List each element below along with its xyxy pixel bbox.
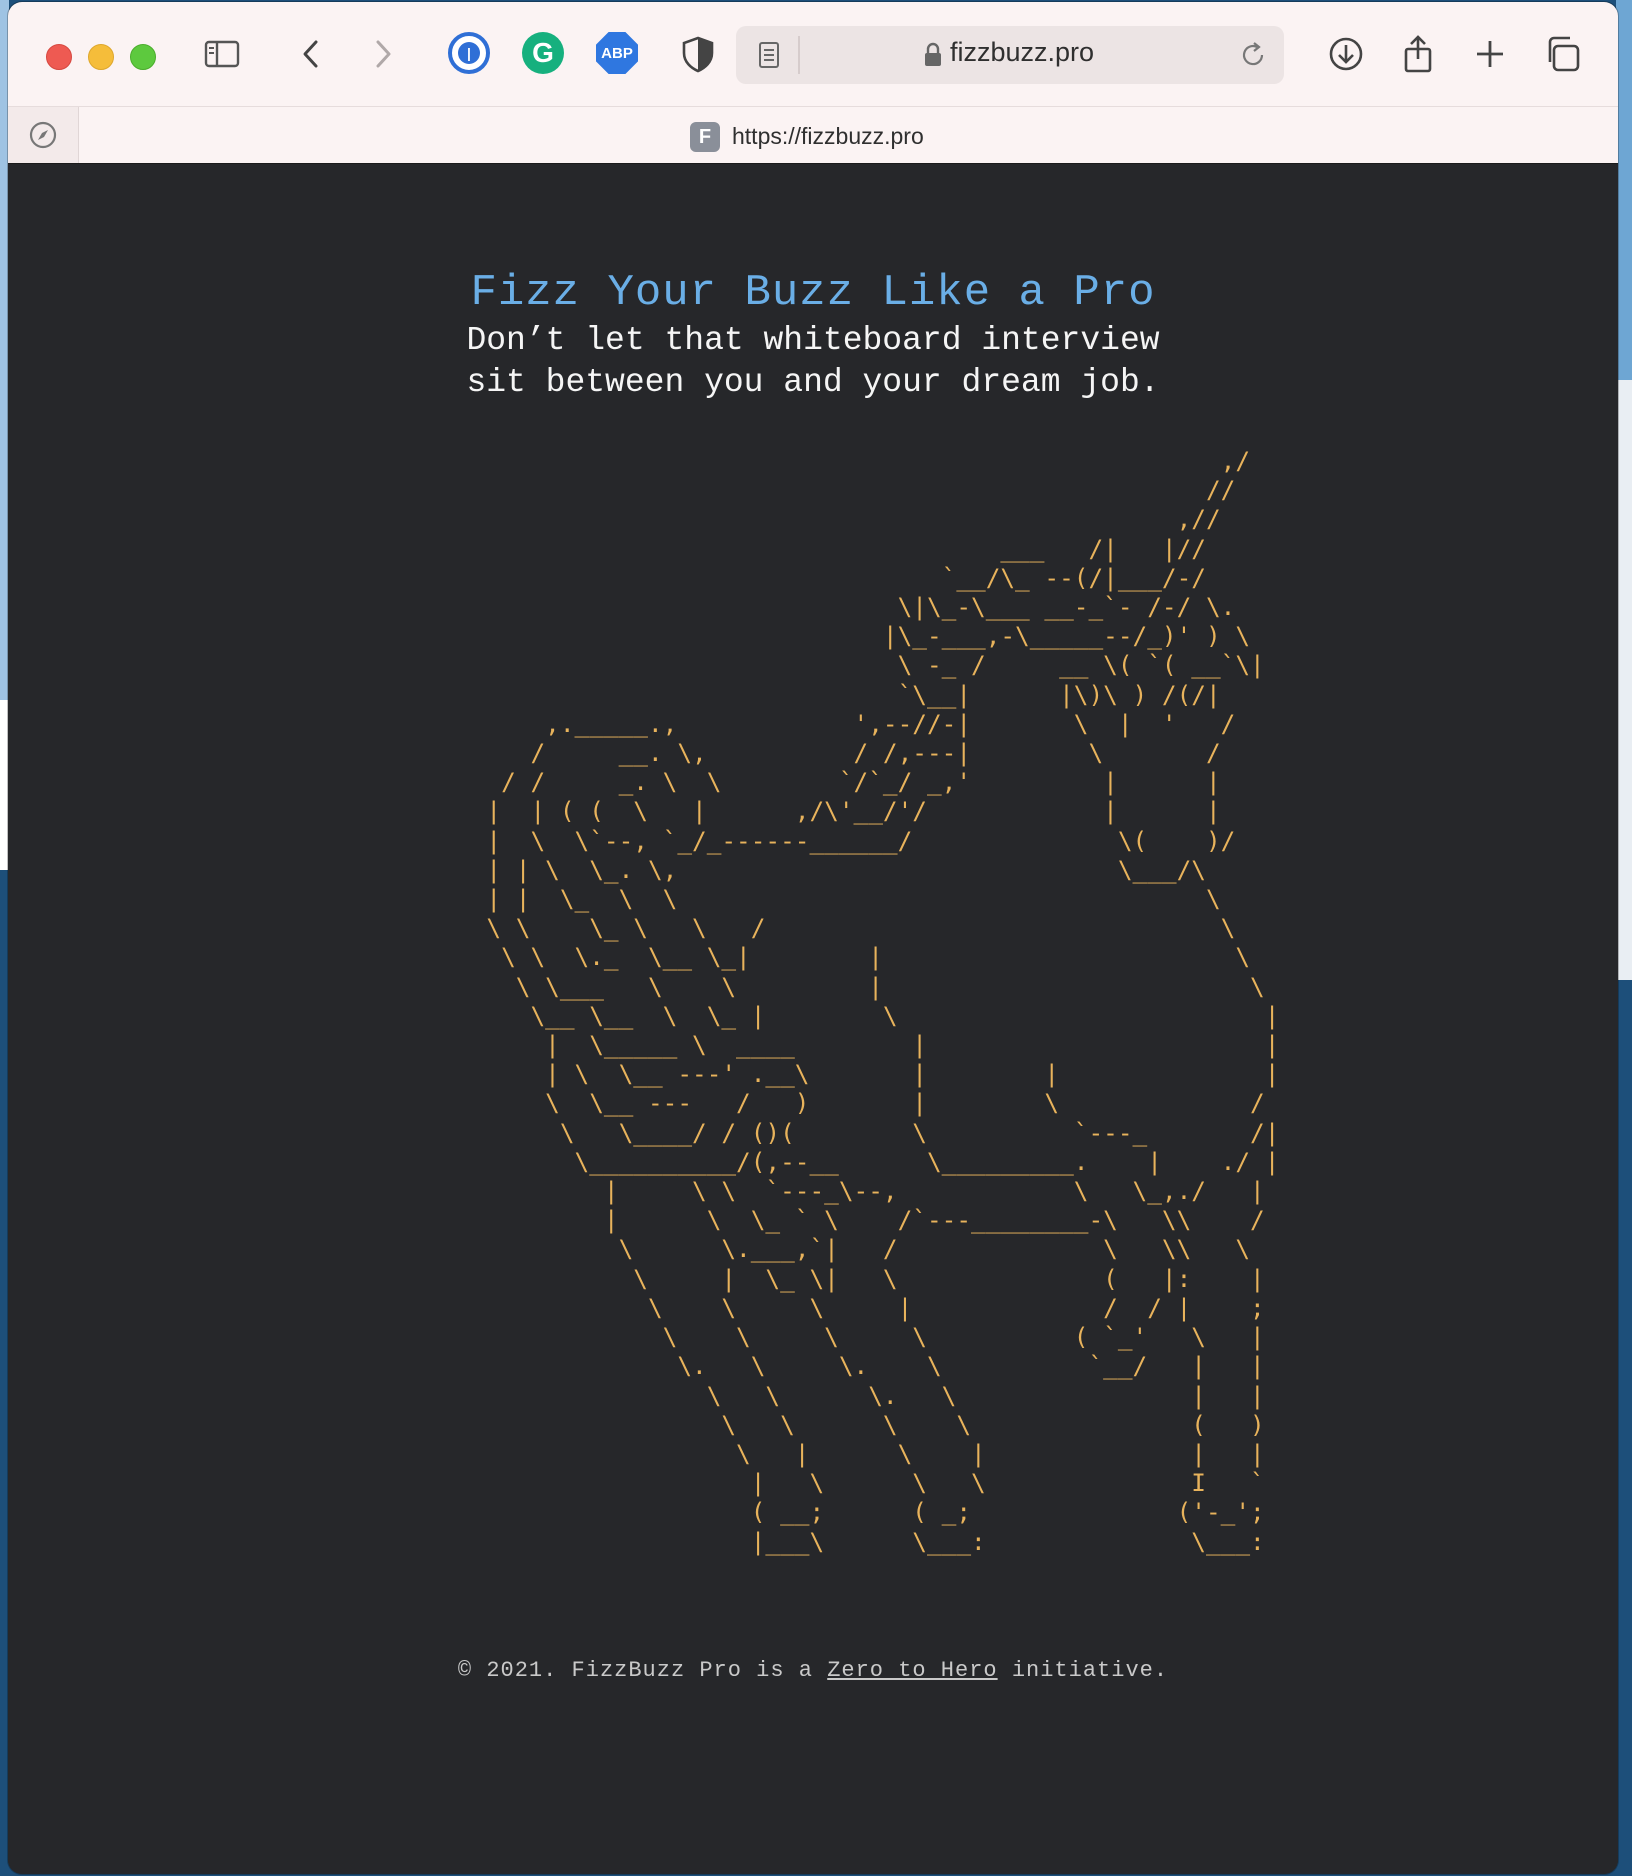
plus-icon [1477, 41, 1503, 67]
address-bar[interactable]: fizzbuzz.pro [736, 26, 1284, 84]
reader-mode-icon[interactable] [754, 40, 784, 70]
chevron-right-icon [376, 40, 391, 68]
compass-button[interactable] [8, 107, 79, 163]
share-button[interactable] [1394, 30, 1442, 78]
grammarly-icon: G [532, 37, 554, 68]
shield-icon [682, 36, 714, 73]
page-title: Fizz Your Buzz Like a Pro [470, 268, 1156, 318]
forward-button[interactable] [358, 30, 406, 78]
adblock-plus-extension-button[interactable]: ABP [596, 32, 638, 74]
new-tab-button[interactable] [1466, 30, 1514, 78]
site-favicon: F [690, 122, 720, 152]
download-icon [1329, 37, 1363, 71]
browser-toolbar: | G ABP fizzbuzz.pro [8, 2, 1618, 106]
1password-extension-button[interactable]: | [448, 32, 490, 74]
zero-to-hero-link[interactable]: Zero to Hero [827, 1658, 997, 1683]
tab-overview-button[interactable] [1538, 30, 1586, 78]
tagline-line-1: Don’t let that whiteboard interview [466, 322, 1160, 359]
1password-icon: | [458, 42, 480, 64]
tab-overview-icon [1548, 36, 1580, 72]
minimize-window-button[interactable] [88, 44, 114, 70]
close-window-button[interactable] [46, 44, 72, 70]
lock-icon [925, 42, 941, 66]
privacy-extension-button[interactable] [674, 30, 722, 78]
page-footer: © 2021. FizzBuzz Pro is a Zero to Hero i… [8, 1658, 1618, 1683]
compass-icon [29, 121, 57, 149]
sidebar-icon [204, 40, 240, 68]
adblock-plus-icon: ABP [601, 44, 633, 62]
reload-icon[interactable] [1238, 40, 1268, 70]
footer-suffix: initiative. [1011, 1658, 1169, 1683]
page-tagline: Don’t let that whiteboard interview sit … [8, 320, 1618, 404]
chevron-left-icon [303, 40, 318, 68]
zoom-window-button[interactable] [130, 44, 156, 70]
page-content: Fizz Your Buzz Like a Pro Don’t let that… [8, 164, 1618, 1874]
footer-prefix: © 2021. FizzBuzz Pro is a [457, 1658, 813, 1683]
grammarly-extension-button[interactable]: G [522, 32, 564, 74]
window-controls [46, 44, 156, 70]
address-bar-divider [798, 36, 800, 74]
unicorn-ascii-art: ,/ // ,// ___ /| |// `__/\_ --(/|___/-/ … [486, 446, 1280, 1556]
tab-bar: F https://fizzbuzz.pro [8, 106, 1618, 165]
desktop-background-right [1616, 0, 1632, 1876]
downloads-button[interactable] [1322, 30, 1370, 78]
back-button[interactable] [288, 30, 336, 78]
tab-title[interactable]: https://fizzbuzz.pro [732, 123, 924, 150]
url-host: fizzbuzz.pro [950, 37, 1095, 67]
browser-window: | G ABP fizzbuzz.pro F https://fizzbuzz.… [8, 2, 1618, 1874]
share-icon [1404, 35, 1432, 73]
tagline-line-2: sit between you and your dream job. [466, 364, 1160, 401]
sidebar-toggle-button[interactable] [198, 30, 246, 78]
